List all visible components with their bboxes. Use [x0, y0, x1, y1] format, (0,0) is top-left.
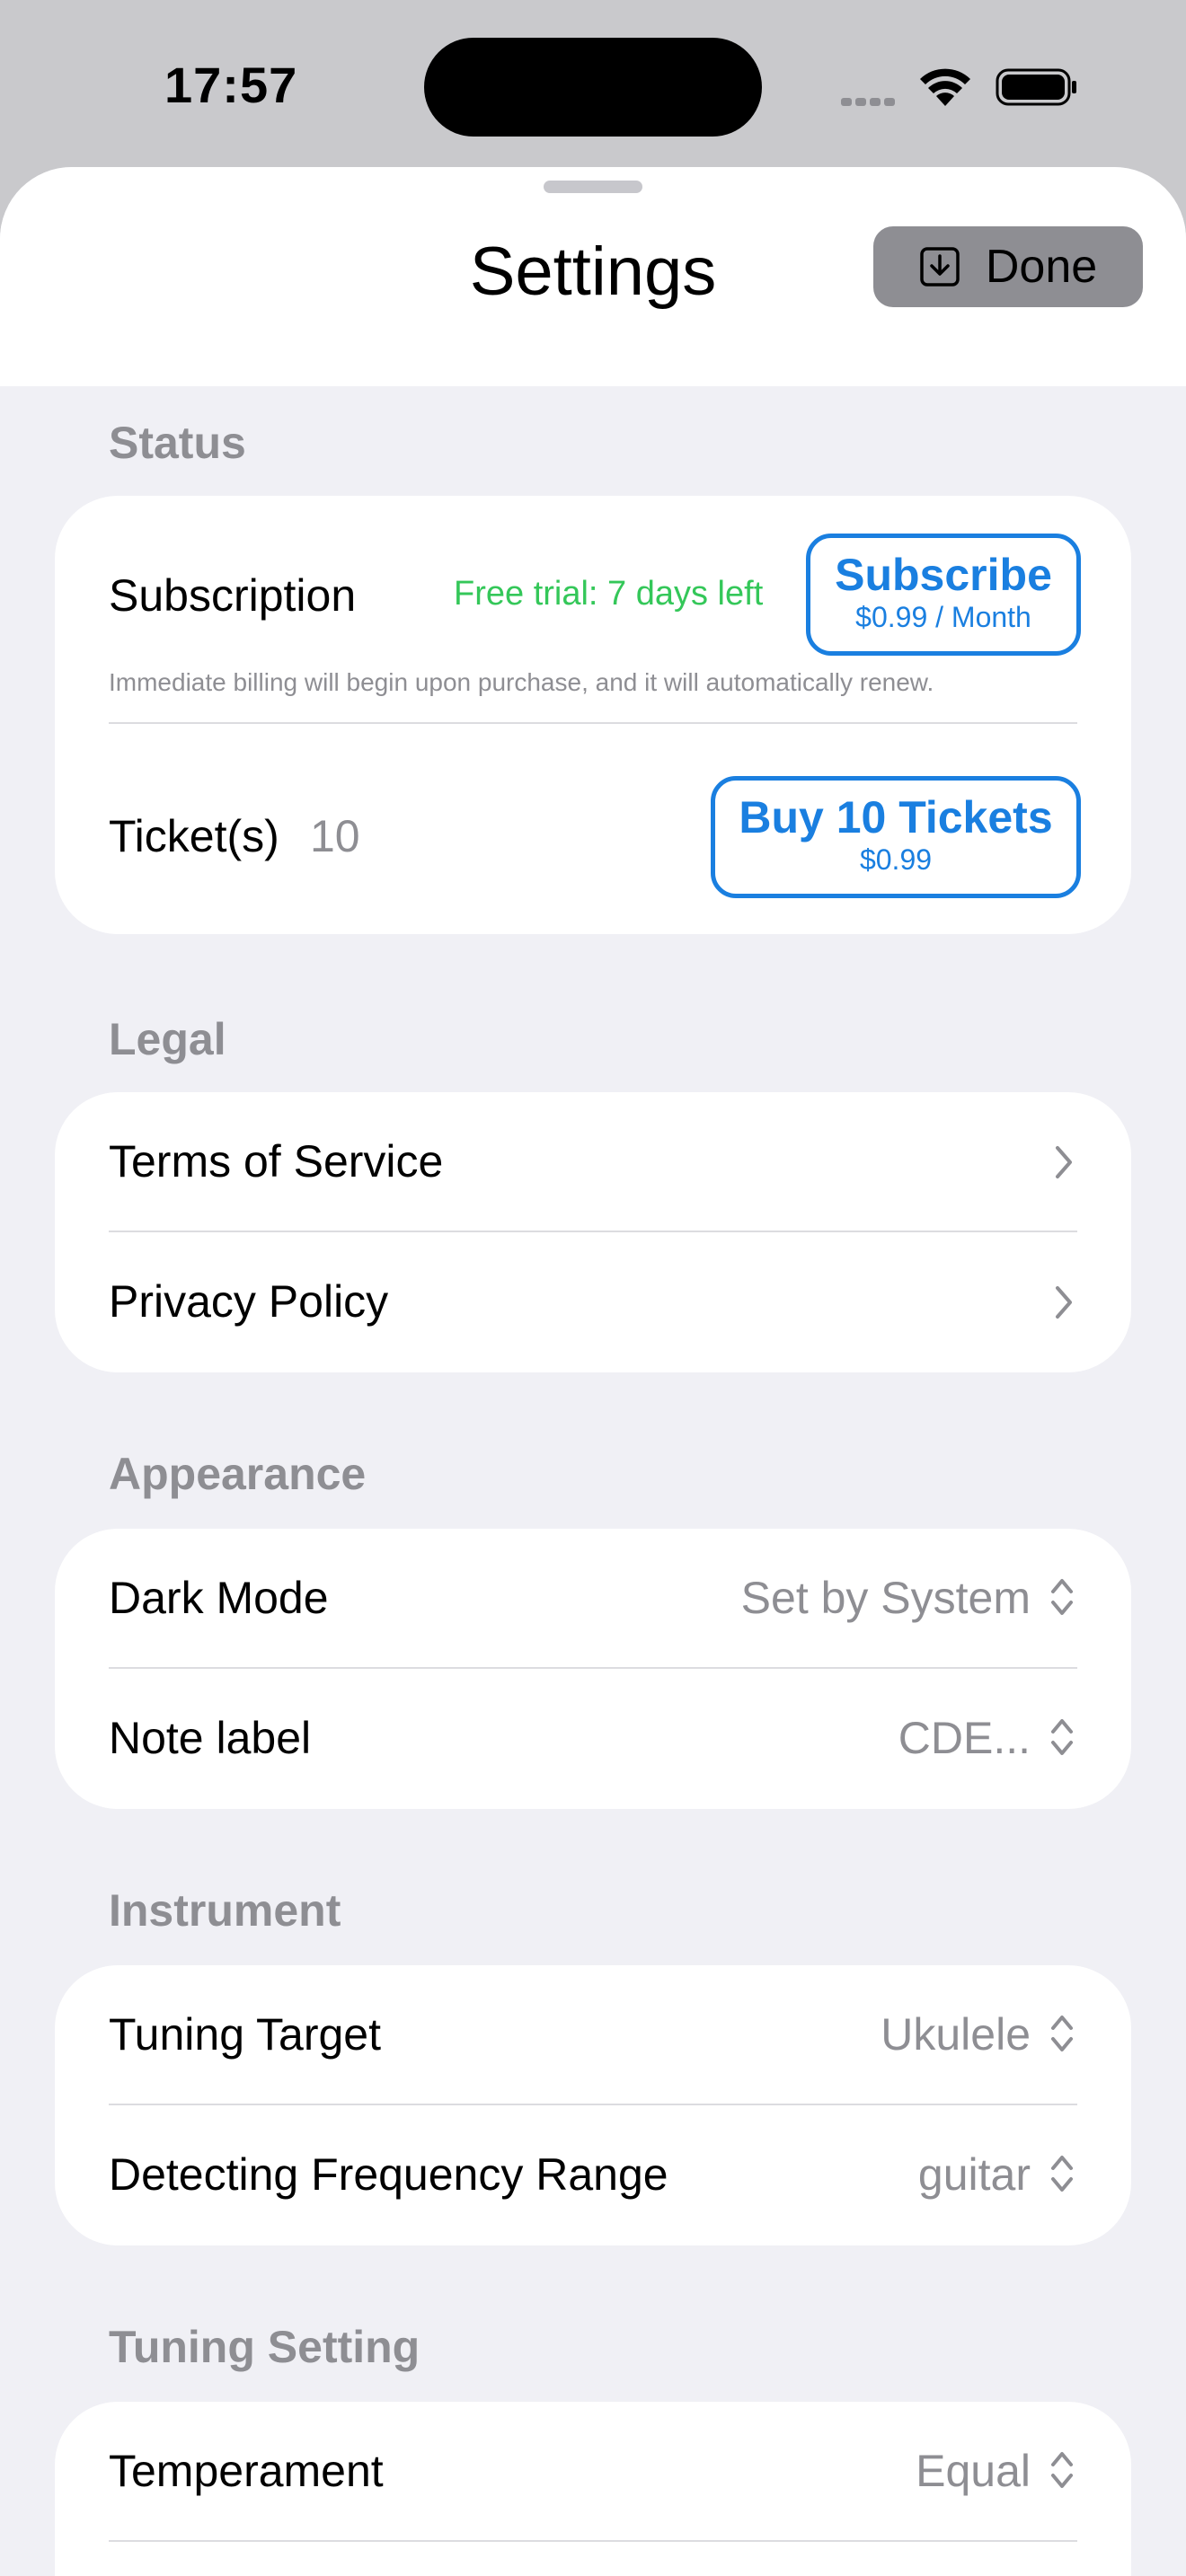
- cellular-signal-icon: [841, 94, 898, 110]
- note-label-value: CDE...: [898, 1713, 1031, 1763]
- chevron-right-icon: [1056, 1286, 1072, 1319]
- dark-mode-value: Set by System: [740, 1573, 1031, 1623]
- up-down-chevron-icon: [1051, 1719, 1073, 1755]
- status-card: Subscription Free trial: 7 days left Sub…: [55, 496, 1131, 934]
- section-header-instrument: Instrument: [109, 1885, 341, 1936]
- download-icon: [920, 247, 960, 287]
- section-header-status: Status: [109, 418, 246, 468]
- frequency-range-value: guitar: [917, 2149, 1031, 2200]
- divider: [109, 2540, 1077, 2542]
- done-button[interactable]: Done: [873, 226, 1143, 307]
- up-down-chevron-icon: [1051, 2016, 1073, 2051]
- dark-mode-row[interactable]: Dark Mode Set by System: [55, 1529, 1131, 1667]
- status-time: 17:57: [164, 57, 298, 113]
- buy-tickets-button[interactable]: Buy 10 Tickets $0.99: [711, 776, 1081, 898]
- settings-sheet: Settings Done Status Subscription Free t…: [0, 167, 1186, 2576]
- appearance-card: Dark Mode Set by System Note label CDE..…: [55, 1529, 1131, 1809]
- tuning-target-label: Tuning Target: [109, 2009, 381, 2060]
- sheet-header: Settings Done: [0, 167, 1186, 386]
- status-bar: 17:57: [0, 0, 1186, 167]
- billing-note: Immediate billing will begin upon purcha…: [109, 668, 934, 696]
- subscribe-button[interactable]: Subscribe $0.99 / Month: [806, 534, 1081, 656]
- buy-tickets-label: Buy 10 Tickets: [739, 792, 1053, 842]
- chevron-right-icon: [1056, 1146, 1072, 1178]
- tuning-target-value: Ukulele: [881, 2009, 1031, 2060]
- battery-icon: [996, 68, 1076, 106]
- subscribe-price: $0.99 / Month: [855, 601, 1031, 633]
- note-label-row[interactable]: Note label CDE...: [55, 1669, 1131, 1809]
- note-label-label: Note label: [109, 1713, 312, 1763]
- frequency-range-row[interactable]: Detecting Frequency Range guitar: [55, 2105, 1131, 2245]
- tuning-setting-card: Temperament Equal: [55, 2402, 1131, 2576]
- section-header-legal: Legal: [109, 1014, 226, 1064]
- dynamic-island: [424, 38, 762, 137]
- buy-tickets-price: $0.99: [859, 843, 933, 876]
- subscribe-label: Subscribe: [835, 550, 1052, 600]
- privacy-row[interactable]: Privacy Policy: [55, 1232, 1131, 1372]
- dark-mode-label: Dark Mode: [109, 1573, 329, 1623]
- section-header-appearance: Appearance: [109, 1449, 367, 1499]
- up-down-chevron-icon: [1051, 2156, 1073, 2192]
- tickets-count: 10: [310, 811, 360, 861]
- instrument-card: Tuning Target Ukulele Detecting Frequenc…: [55, 1965, 1131, 2245]
- sheet-grabber[interactable]: [544, 181, 642, 193]
- subscription-label: Subscription: [109, 570, 357, 621]
- tickets-label: Ticket(s): [109, 811, 279, 861]
- temperament-row[interactable]: Temperament Equal: [55, 2402, 1131, 2540]
- trial-status-text: Free trial: 7 days left: [454, 575, 764, 613]
- up-down-chevron-icon: [1051, 2452, 1073, 2488]
- privacy-label: Privacy Policy: [109, 1276, 389, 1327]
- temperament-value: Equal: [916, 2446, 1031, 2496]
- divider: [109, 722, 1077, 724]
- tuning-target-row[interactable]: Tuning Target Ukulele: [55, 1965, 1131, 2104]
- wifi-icon: [920, 68, 970, 106]
- up-down-chevron-icon: [1051, 1579, 1073, 1615]
- terms-label: Terms of Service: [109, 1136, 444, 1187]
- terms-row[interactable]: Terms of Service: [55, 1092, 1131, 1231]
- legal-card: Terms of Service Privacy Policy: [55, 1092, 1131, 1372]
- done-label: Done: [985, 241, 1098, 293]
- temperament-label: Temperament: [109, 2446, 384, 2496]
- frequency-range-label: Detecting Frequency Range: [109, 2149, 668, 2200]
- section-header-tuning-setting: Tuning Setting: [109, 2322, 420, 2372]
